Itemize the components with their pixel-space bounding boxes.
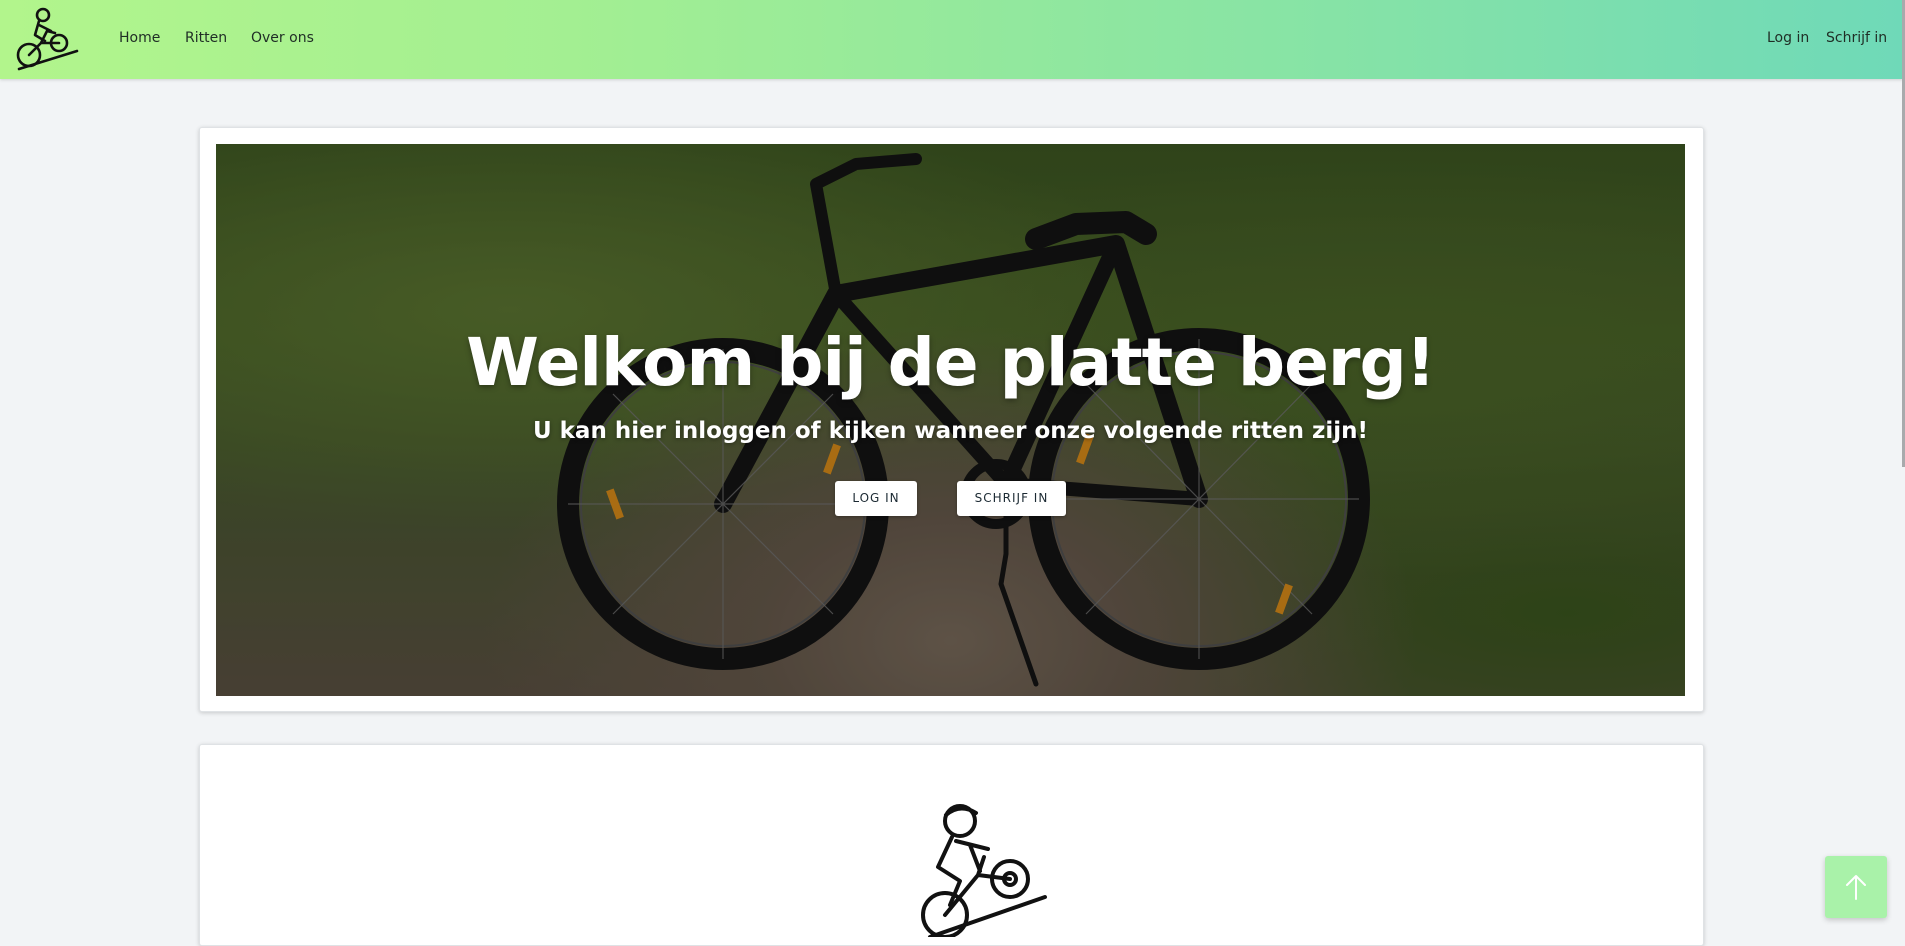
scroll-to-top-button[interactable]	[1825, 856, 1887, 918]
arrow-up-icon	[1846, 875, 1866, 900]
cyclist-logo-icon[interactable]	[9, 3, 81, 73]
hero-card: Welkom bij de platte berg! U kan hier in…	[199, 127, 1704, 712]
navbar: Home Ritten Over ons Log in Schrijf in	[0, 0, 1903, 79]
intro-card	[199, 744, 1704, 946]
hero-title: Welkom bij de platte berg!	[466, 324, 1436, 401]
hero-signup-button[interactable]: SCHRIJF IN	[957, 481, 1066, 516]
nav-over-ons-link[interactable]: Over ons	[251, 30, 314, 46]
hero-banner: Welkom bij de platte berg! U kan hier in…	[216, 144, 1685, 696]
nav-home-link[interactable]: Home	[119, 30, 160, 46]
cyclist-uphill-icon	[921, 804, 1047, 937]
hero-login-button[interactable]: LOG IN	[835, 481, 917, 516]
hero-subtitle: U kan hier inloggen of kijken wanneer on…	[532, 418, 1369, 444]
nav-ritten-link[interactable]: Ritten	[185, 30, 227, 46]
nav-signup-link[interactable]: Schrijf in	[1826, 30, 1887, 46]
nav-login-link[interactable]: Log in	[1767, 30, 1809, 46]
